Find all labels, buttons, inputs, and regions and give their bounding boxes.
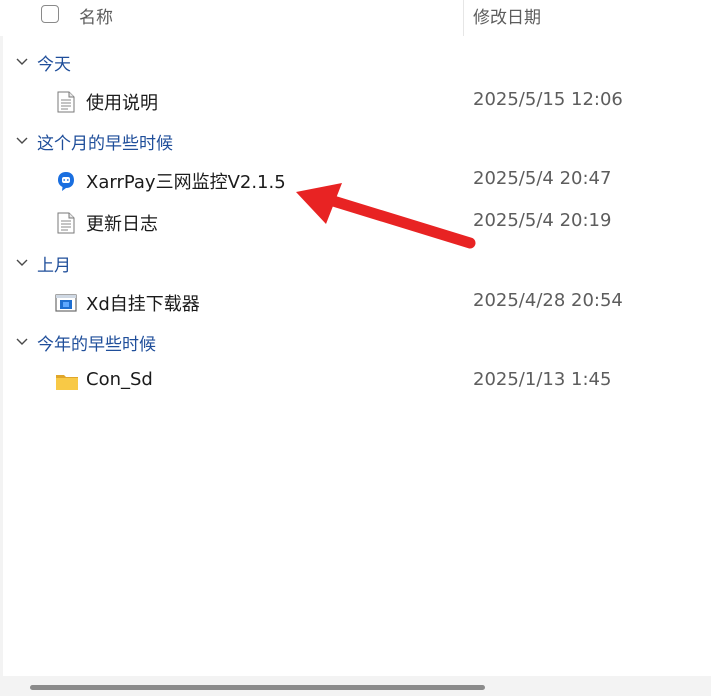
app-icon <box>58 172 74 191</box>
file-date: 2025/5/4 20:19 <box>473 210 612 231</box>
file-name: Xd自挂下载器 <box>86 294 200 315</box>
file-date: 2025/5/4 20:47 <box>473 168 612 189</box>
group-label: 今年的早些时候 <box>37 334 156 355</box>
group-earlier-this-month[interactable]: 这个月的早些时候 <box>15 126 173 156</box>
group-last-month[interactable]: 上月 <box>15 248 71 278</box>
chevron-down-icon <box>16 259 28 266</box>
group-earlier-this-year[interactable]: 今年的早些时候 <box>15 327 156 357</box>
file-row[interactable]: XarrPay三网监控V2.1.5 2025/5/4 20:47 <box>0 163 711 197</box>
folder-icon <box>56 375 78 390</box>
column-name-header[interactable]: 名称 <box>79 3 113 28</box>
group-label: 这个月的早些时候 <box>37 133 173 154</box>
file-row[interactable]: 更新日志 2025/5/4 20:19 <box>0 205 711 239</box>
group-label: 上月 <box>37 255 71 276</box>
chevron-down-icon <box>16 58 28 65</box>
column-date-header[interactable]: 修改日期 <box>473 3 541 28</box>
file-date: 2025/4/28 20:54 <box>473 290 623 311</box>
chevron-down-icon <box>16 137 28 144</box>
file-name: 更新日志 <box>86 214 158 235</box>
column-header: 名称 ⌃ 修改日期 <box>0 0 711 36</box>
file-name: XarrPay三网监控V2.1.5 <box>86 172 286 193</box>
text-file-icon <box>57 212 75 234</box>
file-date: 2025/5/15 12:06 <box>473 89 623 110</box>
select-all-checkbox[interactable] <box>41 5 59 23</box>
sort-caret-icon: ⌃ <box>582 0 590 6</box>
text-file-icon <box>57 91 75 113</box>
horizontal-scrollbar-thumb[interactable] <box>30 685 485 690</box>
file-name: 使用说明 <box>86 93 158 114</box>
group-label: 今天 <box>37 54 71 75</box>
file-name: Con_Sd <box>86 369 153 390</box>
exe-icon <box>55 294 77 312</box>
column-divider[interactable] <box>463 0 464 36</box>
file-row[interactable]: Xd自挂下载器 2025/4/28 20:54 <box>0 285 711 319</box>
file-row[interactable]: 使用说明 2025/5/15 12:06 <box>0 84 711 118</box>
group-today[interactable]: 今天 <box>15 47 71 77</box>
file-date: 2025/1/13 1:45 <box>473 369 612 390</box>
chevron-down-icon <box>16 338 28 345</box>
file-row[interactable]: Con_Sd 2025/1/13 1:45 <box>0 364 711 398</box>
